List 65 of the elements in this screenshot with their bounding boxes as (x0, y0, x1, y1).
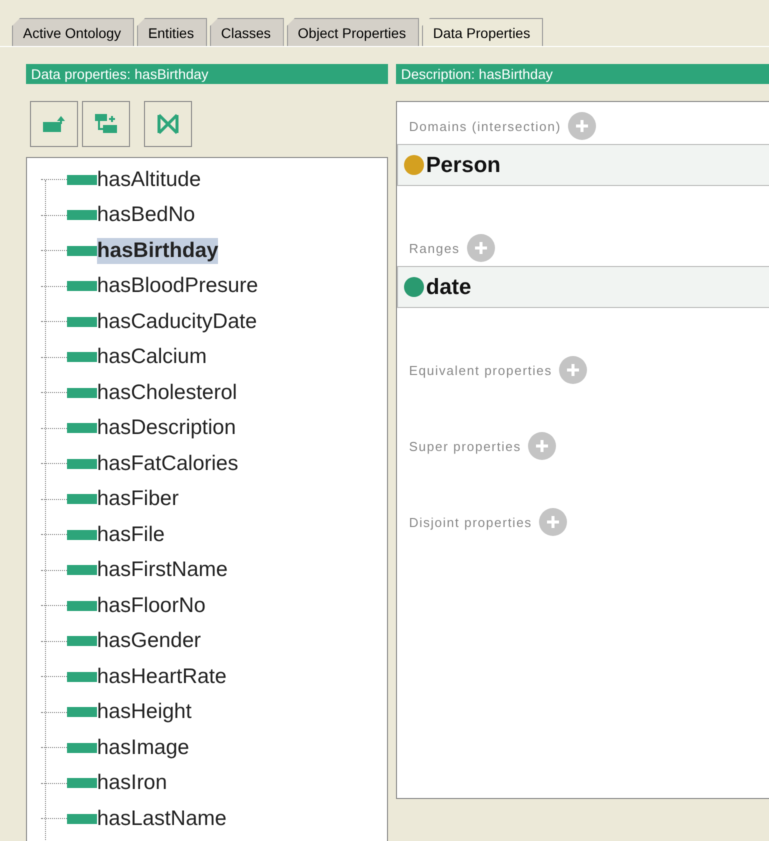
tree-item[interactable]: hasFiber (97, 486, 179, 512)
tree-item[interactable]: hasLastName (97, 806, 227, 832)
property-icon (67, 565, 97, 576)
section-label: Super properties (409, 438, 522, 454)
tab[interactable]: Active Ontology (12, 18, 134, 46)
property-icon (67, 600, 97, 611)
add-icon[interactable] (567, 111, 598, 141)
tab[interactable]: Classes (210, 18, 284, 46)
tree-item[interactable]: hasFile (97, 522, 165, 548)
property-icon (67, 281, 97, 292)
tree-item[interactable]: hasFloorNo (97, 592, 206, 619)
property-icon (67, 742, 97, 753)
add-sibling-icon (93, 112, 119, 136)
tree-item[interactable]: hasCalcium (97, 344, 207, 370)
property-icon (67, 423, 97, 434)
property-icon (67, 246, 97, 256)
property-icon (67, 672, 97, 682)
property-icon (67, 316, 97, 327)
tree-item[interactable]: hasIron (97, 770, 168, 796)
add-icon[interactable] (466, 233, 496, 263)
tree-item[interactable]: hasDescription (97, 415, 236, 442)
tree-item[interactable]: hasHeight (97, 699, 192, 726)
panel-title: Data properties: hasBirthday (26, 64, 388, 84)
property-icon (67, 494, 97, 504)
tree-item[interactable]: hasBloodPresure (97, 273, 258, 300)
tab[interactable]: Data Properties (422, 18, 544, 46)
tree-item[interactable]: hasImage (97, 734, 190, 761)
property-icon (67, 210, 97, 220)
property-icon (67, 814, 97, 824)
entity-row[interactable]: date (397, 266, 769, 308)
entity-row[interactable]: Person (397, 144, 769, 186)
tree-item[interactable]: hasBedNo (97, 202, 196, 228)
entity-label: date (426, 274, 472, 300)
add-icon[interactable] (538, 507, 568, 537)
property-icon (67, 707, 97, 718)
section-label: Equivalent properties (409, 362, 552, 378)
tree-item[interactable]: hasCholesterol (97, 380, 238, 406)
add-sub-button[interactable] (30, 101, 78, 147)
add-sibling-button[interactable] (82, 101, 130, 147)
tab[interactable]: Entities (137, 18, 207, 46)
tree-item[interactable]: hasFirstName (97, 557, 228, 584)
add-icon[interactable] (527, 431, 558, 461)
tab[interactable]: Object Properties (286, 18, 419, 46)
tree-item[interactable]: hasFatCalories (97, 450, 238, 477)
property-icon (67, 458, 97, 469)
delete-button[interactable] (144, 101, 192, 147)
tree-item[interactable]: hasAltitude (97, 166, 201, 193)
tree-item[interactable]: hasGender (97, 628, 201, 654)
property-icon (67, 174, 97, 185)
entity-label: Person (426, 152, 501, 178)
section-label: Domains (intersection) (409, 118, 562, 134)
property-icon (67, 352, 97, 362)
property-icon (67, 636, 97, 646)
property-icon (67, 530, 97, 540)
tree-item[interactable]: hasHeartRate (97, 664, 227, 690)
add-icon[interactable] (558, 355, 588, 385)
section-label: Disjoint properties (409, 514, 532, 530)
add-subproperty-icon (41, 114, 67, 134)
section-label: Ranges (409, 240, 460, 256)
property-icon (67, 778, 97, 788)
delete-icon (156, 112, 180, 136)
panel-title: Description: hasBirthday (396, 64, 769, 84)
tree-item[interactable]: hasBirthday (97, 238, 218, 264)
property-icon (67, 388, 97, 398)
tree-item[interactable]: hasCaducityDate (97, 308, 257, 335)
